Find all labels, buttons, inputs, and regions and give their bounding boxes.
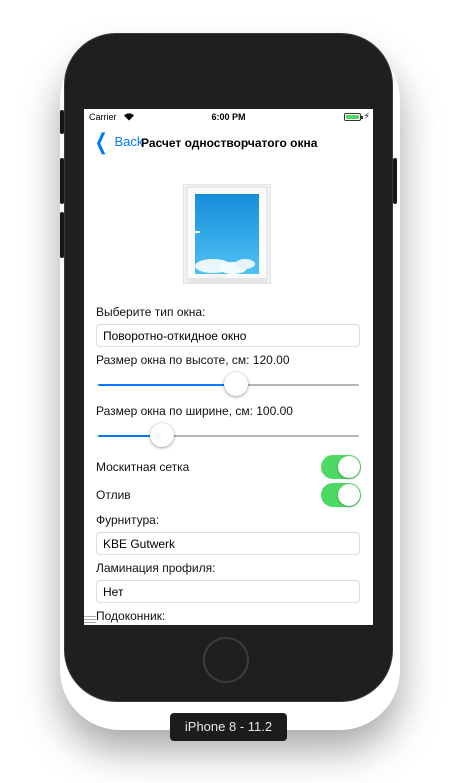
- mute-switch: [60, 110, 64, 134]
- fittings-label: Фурнитура:: [96, 513, 160, 527]
- lamination-label: Ламинация профиля:: [96, 561, 216, 575]
- home-button[interactable]: [203, 637, 249, 683]
- mosquito-net-label: Москитная сетка: [96, 460, 190, 474]
- scroll-grip-icon: [84, 616, 96, 625]
- back-button[interactable]: ❮ Back: [92, 128, 144, 154]
- window-illustration: [182, 183, 272, 285]
- sill-label: Подоконник:: [96, 609, 166, 623]
- fittings-select[interactable]: KBE Gutwerk: [96, 532, 360, 555]
- height-slider-thumb[interactable]: [223, 372, 248, 396]
- height-label: Размер окна по высоте, см: 120.00: [96, 353, 290, 367]
- width-slider[interactable]: [98, 423, 359, 449]
- window-type-label: Выберите тип окна:: [96, 305, 206, 319]
- app-screen: Carrier 6:00 PM ⚡ ❮ Back Расчет одноство…: [84, 109, 373, 625]
- navigation-bar: ❮ Back Расчет одностворчатого окна: [84, 127, 373, 157]
- volume-down-button: [60, 212, 64, 258]
- drip-label: Отлив: [96, 488, 131, 502]
- status-time: 6:00 PM: [211, 112, 246, 122]
- width-label: Размер окна по ширине, см: 100.00: [96, 404, 293, 418]
- height-slider-fill: [98, 384, 236, 386]
- page-title: Расчет одностворчатого окна: [141, 136, 318, 150]
- chevron-left-icon: ❮: [94, 128, 108, 154]
- power-button: [393, 158, 397, 204]
- window-type-select[interactable]: Поворотно-откидное окно: [96, 324, 360, 347]
- back-label: Back: [114, 134, 144, 149]
- volume-up-button: [60, 158, 64, 204]
- mosquito-net-switch[interactable]: [321, 455, 361, 479]
- width-slider-thumb[interactable]: [150, 423, 175, 447]
- drip-switch[interactable]: [321, 483, 361, 507]
- lamination-select[interactable]: Нет: [96, 580, 360, 603]
- charging-icon: ⚡: [363, 111, 370, 121]
- status-bar: Carrier 6:00 PM ⚡: [84, 109, 373, 127]
- device-label: iPhone 8 - 11.2: [170, 713, 287, 741]
- height-slider[interactable]: [98, 372, 359, 398]
- battery-icon: [344, 113, 363, 121]
